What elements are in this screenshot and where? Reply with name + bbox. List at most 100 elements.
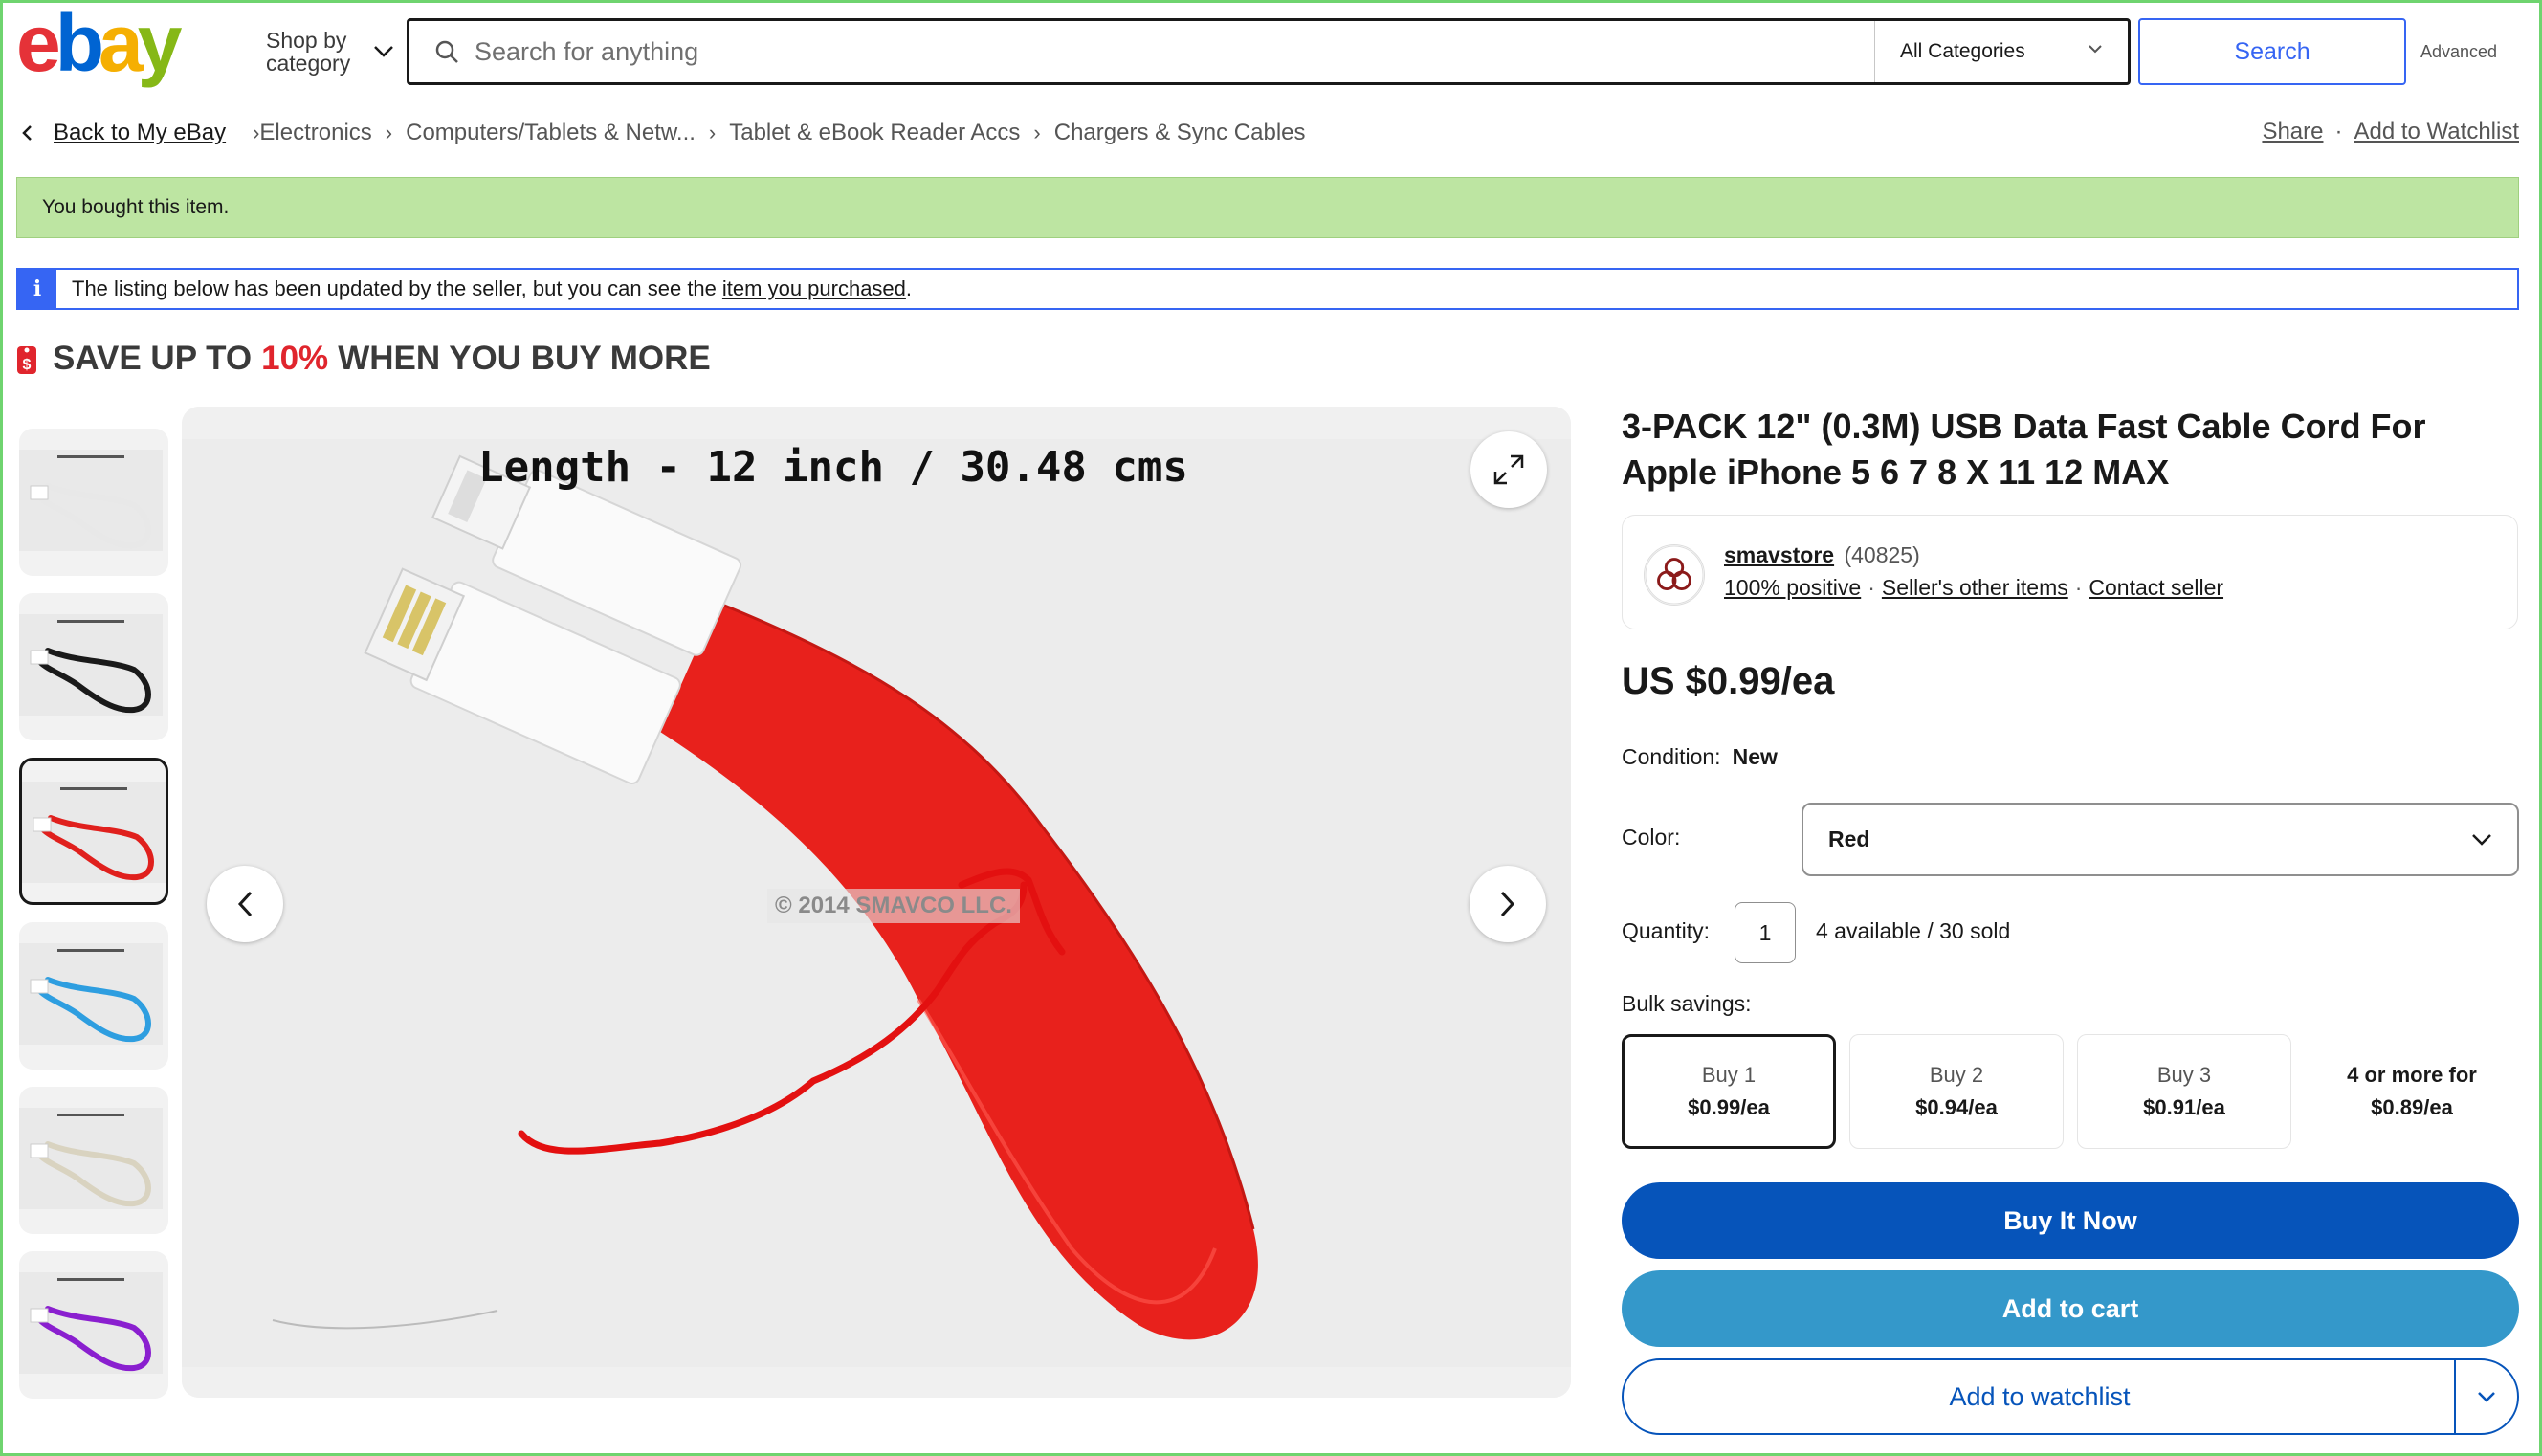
thumbnail-cable-image [19, 450, 163, 551]
seller-name-link[interactable]: smavstore [1724, 542, 1834, 567]
bulk-tier-buy-2[interactable]: Buy 2 $0.94/ea [1849, 1034, 2064, 1149]
chevron-left-icon [237, 891, 253, 917]
ebay-logo[interactable]: ebay [16, 8, 208, 94]
separator-dot: · [2074, 575, 2083, 600]
chevron-down-icon [374, 46, 393, 57]
seller-feedback-count[interactable]: (40825) [1844, 542, 1919, 567]
next-image-button[interactable] [1470, 866, 1546, 942]
gallery-thumbnail[interactable] [19, 593, 168, 740]
color-select-value: Red [1828, 827, 1870, 851]
quantity-label: Quantity: [1622, 918, 1711, 943]
tier-price: $0.94/ea [1915, 1095, 1998, 1119]
listing-actions: Share · Add to Watchlist [2262, 119, 2519, 145]
chevron-down-icon [2478, 1392, 2495, 1402]
thumbnail-cable-image [22, 782, 166, 883]
breadcrumb-item[interactable]: Electronics [259, 120, 371, 146]
seller-name-row: smavstore (40825) [1724, 542, 1920, 568]
add-to-watchlist-label: Add to watchlist [1949, 1381, 2131, 1411]
gallery-thumbnail[interactable] [19, 1087, 168, 1234]
breadcrumb-separator: › [385, 121, 393, 144]
gallery-thumbnail[interactable] [19, 758, 168, 905]
tier-label: Buy 2 [1929, 1063, 1984, 1087]
positive-feedback-link[interactable]: 100% positive [1724, 575, 1861, 600]
breadcrumb: Back to My eBay › Electronics › Computer… [21, 117, 1306, 149]
category-select[interactable]: All Categories [1874, 21, 2128, 82]
chevron-down-icon [2472, 834, 2491, 846]
seller-other-items-link[interactable]: Seller's other items [1882, 575, 2068, 600]
tier-label: 4 or more for [2347, 1063, 2477, 1087]
price-tag-icon: $ [17, 346, 36, 374]
condition-label: Condition: [1622, 744, 1721, 769]
tier-price: $0.99/ea [1688, 1095, 1770, 1119]
notice-text: The listing below has been updated by th… [72, 276, 717, 300]
add-to-cart-button[interactable]: Add to cart [1622, 1270, 2519, 1347]
advanced-search-link[interactable]: Advanced [2420, 42, 2497, 62]
category-select-value: All Categories [1900, 40, 2025, 62]
volume-discount-heading: $ SAVE UP TO 10% WHEN YOU BUY MORE [16, 340, 711, 378]
back-label: Back to My eBay [54, 120, 227, 145]
breadcrumb-separator: › [253, 121, 260, 144]
item-purchased-link[interactable]: item you purchased [722, 276, 906, 301]
gallery-thumbnail[interactable] [19, 429, 168, 576]
image-length-caption: Length - 12 inch / 30.48 cms [478, 443, 1188, 492]
shop-by-category-button[interactable]: Shop by category [266, 25, 400, 78]
availability-text: 4 available / 30 sold [1816, 918, 2011, 943]
promo-prefix: SAVE UP TO [53, 340, 253, 377]
back-to-my-ebay-link[interactable]: Back to My eBay [21, 120, 226, 146]
product-title: 3-PACK 12" (0.3M) USB Data Fast Cable Co… [1622, 407, 2426, 492]
expand-icon [1493, 454, 1524, 485]
add-to-watchlist-link[interactable]: Add to Watchlist [2354, 119, 2519, 145]
thumbnail-cable-image [19, 1108, 163, 1209]
thumbnail-cable-image [19, 614, 163, 716]
seller-card: smavstore (40825) 100% positive · Seller's… [1622, 515, 2518, 629]
gallery-thumbnail[interactable] [19, 922, 168, 1070]
seller-links: 100% positive · Seller's other items · Conta… [1724, 575, 2223, 601]
condition-row: Condition: New [1622, 744, 1778, 770]
breadcrumb-separator: › [1033, 121, 1041, 144]
thumbnail-cable-image [19, 943, 163, 1045]
tier-price: $0.91/ea [2143, 1095, 2225, 1119]
search-button[interactable]: Search [2138, 18, 2406, 85]
previous-image-button[interactable] [207, 866, 283, 942]
promo-percent: 10% [261, 340, 329, 377]
condition-value: New [1732, 744, 1778, 769]
tier-price: $0.89/ea [2371, 1095, 2453, 1119]
color-select[interactable]: Red [1802, 803, 2519, 876]
gallery-thumbnail[interactable] [19, 1251, 168, 1399]
chevron-right-icon [1500, 891, 1515, 917]
notice-period: . [905, 276, 913, 300]
quantity-input[interactable]: 1 [1735, 902, 1796, 963]
bulk-tier-buy-4-plus[interactable]: 4 or more for $0.89/ea [2305, 1034, 2519, 1149]
watchlist-dropdown-button[interactable] [2454, 1360, 2517, 1433]
search-input[interactable] [475, 36, 1890, 67]
search-bar: All Categories [407, 18, 2131, 85]
listing-updated-notice: i The listing below has been updated by … [16, 268, 2519, 310]
thumbnail-cable-image [19, 1272, 163, 1374]
bought-item-message: You bought this item. [42, 196, 230, 218]
svg-text:$: $ [23, 357, 32, 373]
separator-dot: · [1868, 575, 1875, 600]
breadcrumb-separator: › [708, 121, 717, 144]
breadcrumb-item[interactable]: Computers/Tablets & Netw... [406, 120, 696, 146]
contact-seller-link[interactable]: Contact seller [2089, 575, 2223, 600]
color-label: Color: [1622, 825, 1681, 849]
chevron-left-icon [22, 125, 32, 141]
bulk-tier-buy-3[interactable]: Buy 3 $0.91/ea [2077, 1034, 2291, 1149]
breadcrumb-item[interactable]: Chargers & Sync Cables [1054, 120, 1306, 146]
add-to-watchlist-button[interactable]: Add to watchlist [1622, 1358, 2519, 1435]
main-product-image[interactable]: Length - 12 inch / 30.48 cms © 2014 SMAV… [182, 407, 1571, 1398]
breadcrumb-item[interactable]: Tablet & eBook Reader Accs [729, 120, 1020, 146]
svg-text:ebay: ebay [16, 8, 183, 88]
bulk-savings-label: Bulk savings: [1622, 991, 1752, 1016]
fullscreen-button[interactable] [1470, 431, 1547, 508]
seller-avatar[interactable] [1644, 544, 1705, 606]
bulk-tier-buy-1[interactable]: Buy 1 $0.99/ea [1622, 1034, 1836, 1149]
chevron-down-icon [2089, 45, 2102, 54]
tier-label: Buy 1 [1701, 1063, 1757, 1087]
buy-it-now-button[interactable]: Buy It Now [1622, 1182, 2519, 1259]
item-price: US $0.99/ea [1622, 660, 1835, 702]
info-icon: i [18, 270, 56, 308]
shop-by-category-label: Shop by category [266, 28, 351, 76]
image-watermark: © 2014 SMAVCO LLC. [767, 889, 1020, 923]
share-link[interactable]: Share [2262, 119, 2323, 145]
